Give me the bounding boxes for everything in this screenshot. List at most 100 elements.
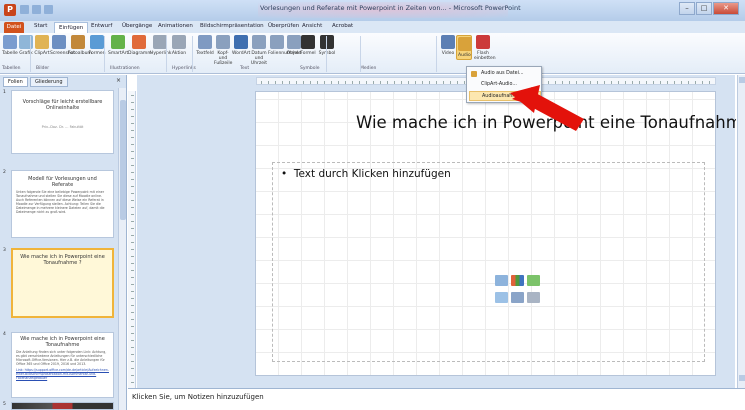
ruler-tick xyxy=(131,340,134,341)
insert-smartart-icon[interactable] xyxy=(527,275,540,286)
tab-design[interactable]: Entwurf xyxy=(91,23,112,29)
insert-media-icon[interactable] xyxy=(527,292,540,303)
ruler-tick xyxy=(373,81,374,84)
slide-number: 5 xyxy=(3,402,6,407)
slide-thumbnail-3[interactable]: Wie mache ich in Powerpoint eine Tonaufn… xyxy=(11,248,114,318)
ruler-tick xyxy=(131,214,134,215)
slide-workspace: Wie mache ich in Powerpoint eine Tonaufn… xyxy=(137,75,736,388)
textfeld-button[interactable]: Textfeld xyxy=(196,35,214,56)
insert-clipart-icon[interactable] xyxy=(511,292,524,303)
tab-slideshow[interactable]: Bildschirmpräsentation xyxy=(200,23,264,29)
insert-chart-icon[interactable] xyxy=(511,275,524,286)
slide-thumbnail-2[interactable]: Modell für Vorlesungen und Referate Unte… xyxy=(11,170,114,238)
panel-scrollbar[interactable] xyxy=(118,88,126,410)
ruler-tick xyxy=(131,158,134,159)
tab-file[interactable]: Datei xyxy=(4,22,24,33)
formel-button[interactable]: Formel xyxy=(300,35,316,56)
tab-outline[interactable]: Gliederung xyxy=(30,77,68,87)
slide-thumbnail-5[interactable] xyxy=(11,402,114,410)
ruler-tick xyxy=(443,81,444,84)
formula-icon xyxy=(301,35,315,49)
ruler-tick xyxy=(131,165,134,166)
grafik-button[interactable]: Grafik xyxy=(18,35,34,56)
thumbnail-link: Link: https://support.office.com/de-de/a… xyxy=(16,368,109,380)
ruler-tick xyxy=(646,81,647,84)
ruler-tick xyxy=(131,326,134,327)
thumbnail-text: Unten folgende Sie eine beliebige Powerp… xyxy=(16,190,105,214)
ruler-tick xyxy=(604,81,605,84)
symbol-button[interactable]: Symbol xyxy=(318,35,336,56)
ruler-tick xyxy=(131,242,134,243)
video-button[interactable]: Video xyxy=(440,35,456,56)
tab-view[interactable]: Ansicht xyxy=(302,23,322,29)
ruler-tick xyxy=(131,382,134,383)
insert-table-icon[interactable] xyxy=(495,275,508,286)
ribbon-button-label: Flash einbetten xyxy=(474,51,496,61)
ruler-tick xyxy=(709,81,710,84)
scroll-up-icon[interactable] xyxy=(739,77,745,83)
textbox-icon xyxy=(198,35,212,49)
ribbon-button-label: SmartArt xyxy=(108,51,129,56)
ruler-tick xyxy=(131,319,134,320)
foliennummer-button[interactable]: Foliennummer xyxy=(268,35,300,56)
aktion-button[interactable]: Aktion xyxy=(170,35,188,56)
insert-picture-icon[interactable] xyxy=(495,292,508,303)
ribbon-button-label: Aktion xyxy=(171,51,187,56)
ruler-tick xyxy=(131,256,134,257)
thumbnail-title: Modell für Vorlesungen und Referate xyxy=(28,176,97,188)
ribbon-button-label: Kopf- und Fußzeile xyxy=(214,51,233,66)
tab-acrobat[interactable]: Acrobat xyxy=(332,23,353,29)
smartart-button[interactable]: SmartArt xyxy=(108,35,128,56)
tab-review[interactable]: Überprüfen xyxy=(268,23,299,29)
ribbon-separator xyxy=(166,36,167,72)
hyperlink-button[interactable]: Hyperlink xyxy=(150,35,171,56)
ruler-tick xyxy=(422,81,423,84)
scroll-down-icon[interactable] xyxy=(739,375,745,381)
ruler-tick xyxy=(632,81,633,84)
menu-item-audio-from-file[interactable]: Audio aus Datei... xyxy=(469,69,541,79)
tab-animations[interactable]: Animationen xyxy=(158,23,193,29)
datum-und-uhrzeit-button[interactable]: Datum und Uhrzeit xyxy=(250,35,268,66)
tab-start[interactable]: Start xyxy=(34,23,47,29)
diagramm-button[interactable]: Diagramm xyxy=(128,35,152,56)
maximize-button[interactable]: □ xyxy=(696,2,712,15)
tabelle-button[interactable]: Tabelle xyxy=(2,35,18,56)
undo-icon[interactable] xyxy=(32,5,41,14)
title-bar: P Vorlesungen und Referate mit Powerpoin… xyxy=(0,0,745,21)
kopf-und-fußzeile-button[interactable]: Kopf- und Fußzeile xyxy=(214,35,232,66)
ruler-tick xyxy=(618,81,619,84)
tab-slides[interactable]: Folien xyxy=(3,77,28,87)
smartart-icon xyxy=(111,35,125,49)
content-placeholder[interactable]: • Text durch Klicken hinzufügen xyxy=(272,162,705,362)
audio-button[interactable]: Audio xyxy=(456,35,472,60)
screenshot-button[interactable]: Screenshot xyxy=(50,35,75,56)
wordart-button[interactable]: WordArt xyxy=(232,35,250,56)
fotoalbum-button[interactable]: Fotoalbum xyxy=(68,35,92,56)
tab-transitions[interactable]: Übergänge xyxy=(122,23,152,29)
slide-number: 3 xyxy=(3,248,6,253)
ribbon-tabs: Datei Start Einfügen Entwurf Übergänge A… xyxy=(0,21,745,33)
scrollbar-thumb[interactable] xyxy=(120,100,126,220)
tab-insert[interactable]: Einfügen xyxy=(54,22,89,33)
thumbnail-text: Die Anleitung finden sich unter folgende… xyxy=(16,350,107,366)
slide-thumbnail-4[interactable]: Wie mache ich in Powerpoint eine Tonaufn… xyxy=(11,332,114,398)
ruler-tick xyxy=(338,81,339,84)
object-icon xyxy=(287,35,301,49)
ribbon-button-label: Textfeld xyxy=(196,51,214,56)
slide-thumbnail-1[interactable]: Vorschläge für leicht erstellbare Online… xyxy=(11,90,114,154)
flash-einbetten-button[interactable]: Flash einbetten xyxy=(474,35,496,61)
ruler-tick xyxy=(548,81,549,84)
panel-close-icon[interactable]: × xyxy=(116,77,121,84)
redo-icon[interactable] xyxy=(44,5,53,14)
save-icon[interactable] xyxy=(20,5,29,14)
close-button[interactable]: ✕ xyxy=(713,2,739,15)
powerpoint-app-icon[interactable]: P xyxy=(4,4,16,16)
ruler-tick xyxy=(702,81,703,84)
workspace-scrollbar[interactable] xyxy=(737,75,745,388)
clipart-button[interactable]: ClipArt xyxy=(34,35,50,56)
thumbnail-title: Wie mache ich in Powerpoint eine Tonaufn… xyxy=(20,254,105,266)
notes-pane[interactable]: Klicken Sie, um Notizen hinzuzufügen xyxy=(128,388,745,410)
ribbon-button-label: Audio xyxy=(458,53,471,58)
ruler-tick xyxy=(457,81,458,84)
minimize-button[interactable]: – xyxy=(679,2,695,15)
